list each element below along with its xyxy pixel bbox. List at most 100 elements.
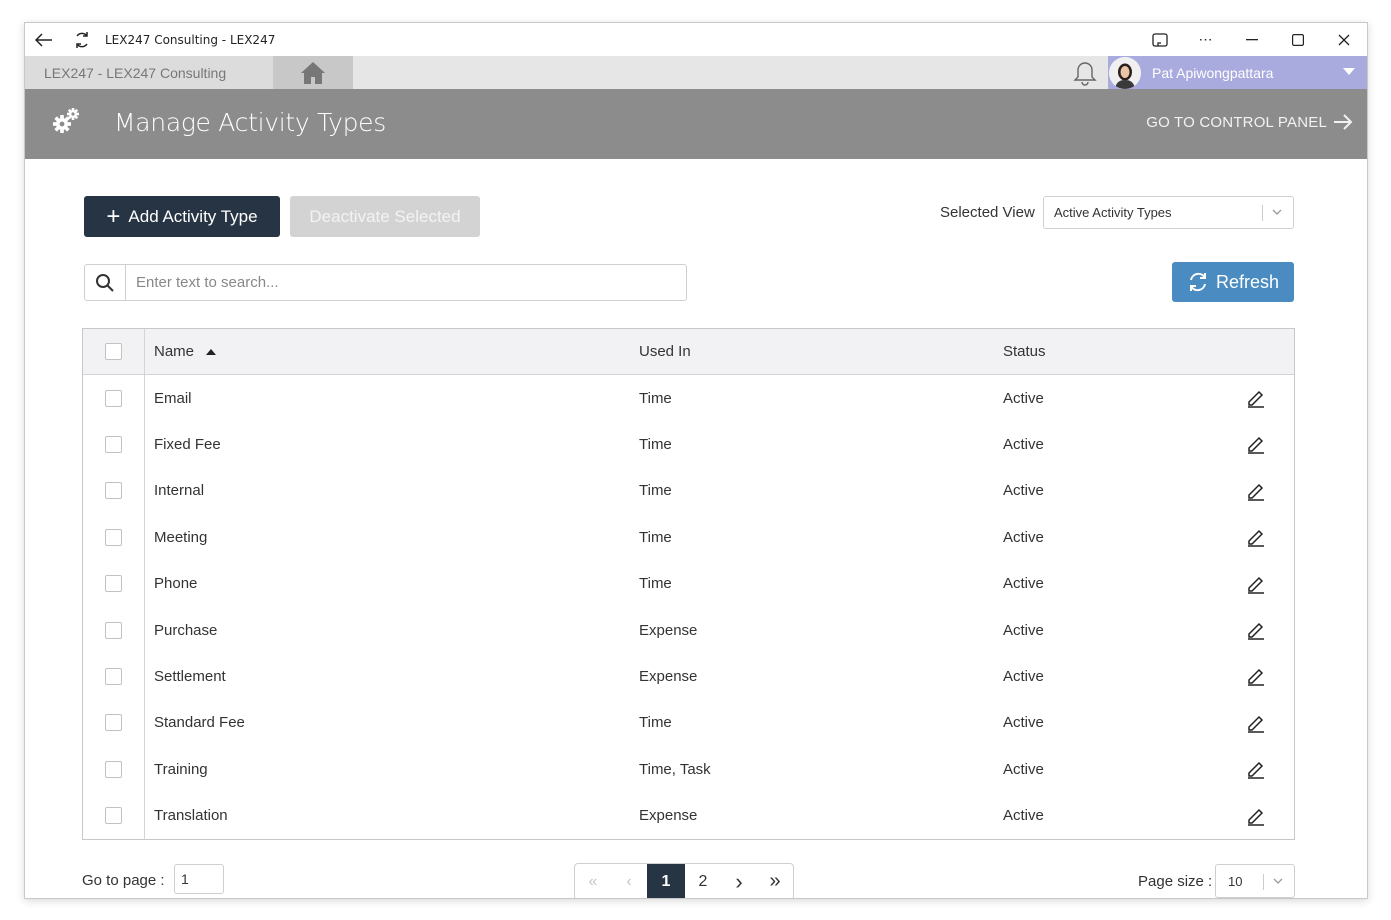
chevron-down-icon	[1273, 878, 1283, 884]
row-name: Phone	[154, 575, 198, 593]
first-page-button[interactable]: «	[575, 864, 611, 898]
control-panel-label: GO TO CONTROL PANEL	[1146, 113, 1327, 131]
window-title: LEX247 Consulting - LEX247	[105, 32, 276, 47]
goto-page-input[interactable]: 1	[174, 864, 224, 894]
row-name: Purchase	[154, 621, 218, 639]
home-icon	[301, 61, 325, 84]
row-name: Settlement	[154, 668, 226, 686]
page-size-dropdown[interactable]: 10	[1215, 864, 1295, 898]
search-button[interactable]	[85, 265, 126, 300]
chevron-down-icon	[1343, 68, 1355, 75]
row-status: Active	[1003, 528, 1044, 546]
page-button-2[interactable]: 2	[685, 864, 721, 898]
table-row[interactable]: Training Time, Task Active	[83, 746, 1294, 793]
edit-pencil-icon[interactable]	[1245, 712, 1267, 734]
edit-pencil-icon[interactable]	[1245, 387, 1267, 409]
column-header-status[interactable]: Status	[1003, 343, 1046, 360]
minimize-icon	[1246, 38, 1258, 40]
edit-pencil-icon[interactable]	[1245, 619, 1267, 641]
edit-pencil-icon[interactable]	[1245, 758, 1267, 780]
page-header: Manage Activity Types GO TO CONTROL PANE…	[25, 89, 1367, 159]
control-panel-link[interactable]: GO TO CONTROL PANEL	[1146, 113, 1353, 131]
table-row[interactable]: Translation Expense Active	[83, 792, 1294, 839]
cast-button[interactable]	[1137, 23, 1183, 56]
table-row[interactable]: Meeting Time Active	[83, 514, 1294, 561]
row-status: Active	[1003, 760, 1044, 778]
notifications-button[interactable]	[1071, 60, 1099, 86]
column-header-used-in[interactable]: Used In	[639, 343, 691, 360]
maximize-button[interactable]	[1275, 23, 1321, 56]
reload-button[interactable]	[63, 23, 101, 56]
table-row[interactable]: Phone Time Active	[83, 560, 1294, 607]
row-checkbox[interactable]	[105, 807, 122, 825]
edit-pencil-icon[interactable]	[1245, 665, 1267, 687]
last-page-button[interactable]: »	[757, 864, 793, 898]
row-used-in: Time	[639, 714, 672, 732]
refresh-label: Refresh	[1215, 271, 1280, 292]
row-used-in: Time	[639, 575, 672, 593]
last-page-icon: »	[769, 870, 781, 892]
table-row[interactable]: Email Time Active	[83, 375, 1294, 422]
row-checkbox[interactable]	[105, 528, 122, 546]
page-button-1[interactable]: 1	[647, 864, 685, 898]
selected-view-dropdown[interactable]: Active Activity Types	[1043, 196, 1294, 229]
prev-page-button[interactable]: ‹	[611, 864, 647, 898]
refresh-icon	[1189, 272, 1206, 292]
row-checkbox[interactable]	[105, 575, 122, 593]
row-checkbox[interactable]	[105, 714, 122, 732]
pagination: « ‹ 1 2 › »	[574, 863, 794, 898]
edit-pencil-icon[interactable]	[1245, 526, 1267, 548]
row-used-in: Time	[639, 482, 672, 500]
app-bar: LEX247 - LEX247 Consulting Pat Apiwongpa…	[25, 56, 1367, 89]
plus-icon: +	[106, 202, 121, 230]
home-button[interactable]	[273, 56, 353, 89]
title-bar: LEX247 Consulting - LEX247 ⋯	[25, 23, 1367, 56]
table-row[interactable]: Internal Time Active	[83, 467, 1294, 515]
row-checkbox[interactable]	[105, 621, 122, 639]
browser-window: LEX247 Consulting - LEX247 ⋯ LEX247 - LE…	[24, 22, 1368, 899]
row-checkbox[interactable]	[105, 436, 122, 454]
deactivate-selected-button[interactable]: Deactivate Selected	[290, 196, 480, 237]
search-input[interactable]	[136, 274, 676, 291]
edit-pencil-icon[interactable]	[1245, 433, 1267, 455]
row-name: Email	[154, 389, 192, 407]
back-button[interactable]	[25, 23, 63, 56]
sort-ascending-icon	[206, 348, 217, 355]
row-status: Active	[1003, 807, 1044, 825]
row-name: Meeting	[154, 528, 208, 546]
row-checkbox[interactable]	[105, 668, 122, 686]
close-button[interactable]	[1321, 23, 1367, 56]
row-used-in: Time	[639, 436, 672, 454]
row-used-in: Expense	[639, 621, 698, 639]
row-status: Active	[1003, 714, 1044, 732]
select-all-checkbox[interactable]	[105, 343, 122, 360]
next-page-button[interactable]: ›	[721, 864, 757, 898]
table-row[interactable]: Purchase Expense Active	[83, 606, 1294, 654]
row-checkbox[interactable]	[105, 389, 122, 407]
app-tab[interactable]: LEX247 - LEX247 Consulting	[25, 56, 273, 89]
row-status: Active	[1003, 389, 1044, 407]
add-activity-type-button[interactable]: + Add Activity Type	[84, 196, 280, 237]
chevron-down-icon	[1272, 209, 1282, 215]
arrow-right-icon	[1334, 114, 1353, 130]
edit-pencil-icon[interactable]	[1245, 805, 1267, 827]
row-name: Translation	[154, 807, 228, 825]
table-row[interactable]: Standard Fee Time Active	[83, 699, 1294, 747]
user-menu[interactable]: Pat Apiwongpattara	[1108, 56, 1367, 89]
row-status: Active	[1003, 621, 1044, 639]
more-button[interactable]: ⋯	[1183, 23, 1229, 56]
bell-icon	[1073, 62, 1097, 86]
row-name: Internal	[154, 482, 205, 500]
minimize-button[interactable]	[1229, 23, 1275, 56]
edit-pencil-icon[interactable]	[1245, 573, 1267, 595]
refresh-cycle-icon	[76, 31, 88, 48]
row-checkbox[interactable]	[105, 482, 122, 500]
column-header-name[interactable]: Name	[154, 343, 217, 360]
row-status: Active	[1003, 436, 1044, 454]
table-row[interactable]: Settlement Expense Active	[83, 653, 1294, 700]
table-row[interactable]: Fixed Fee Time Active	[83, 421, 1294, 468]
gear-icon	[53, 108, 79, 133]
row-checkbox[interactable]	[105, 760, 122, 778]
edit-pencil-icon[interactable]	[1245, 480, 1267, 502]
refresh-button[interactable]: Refresh	[1172, 262, 1294, 302]
